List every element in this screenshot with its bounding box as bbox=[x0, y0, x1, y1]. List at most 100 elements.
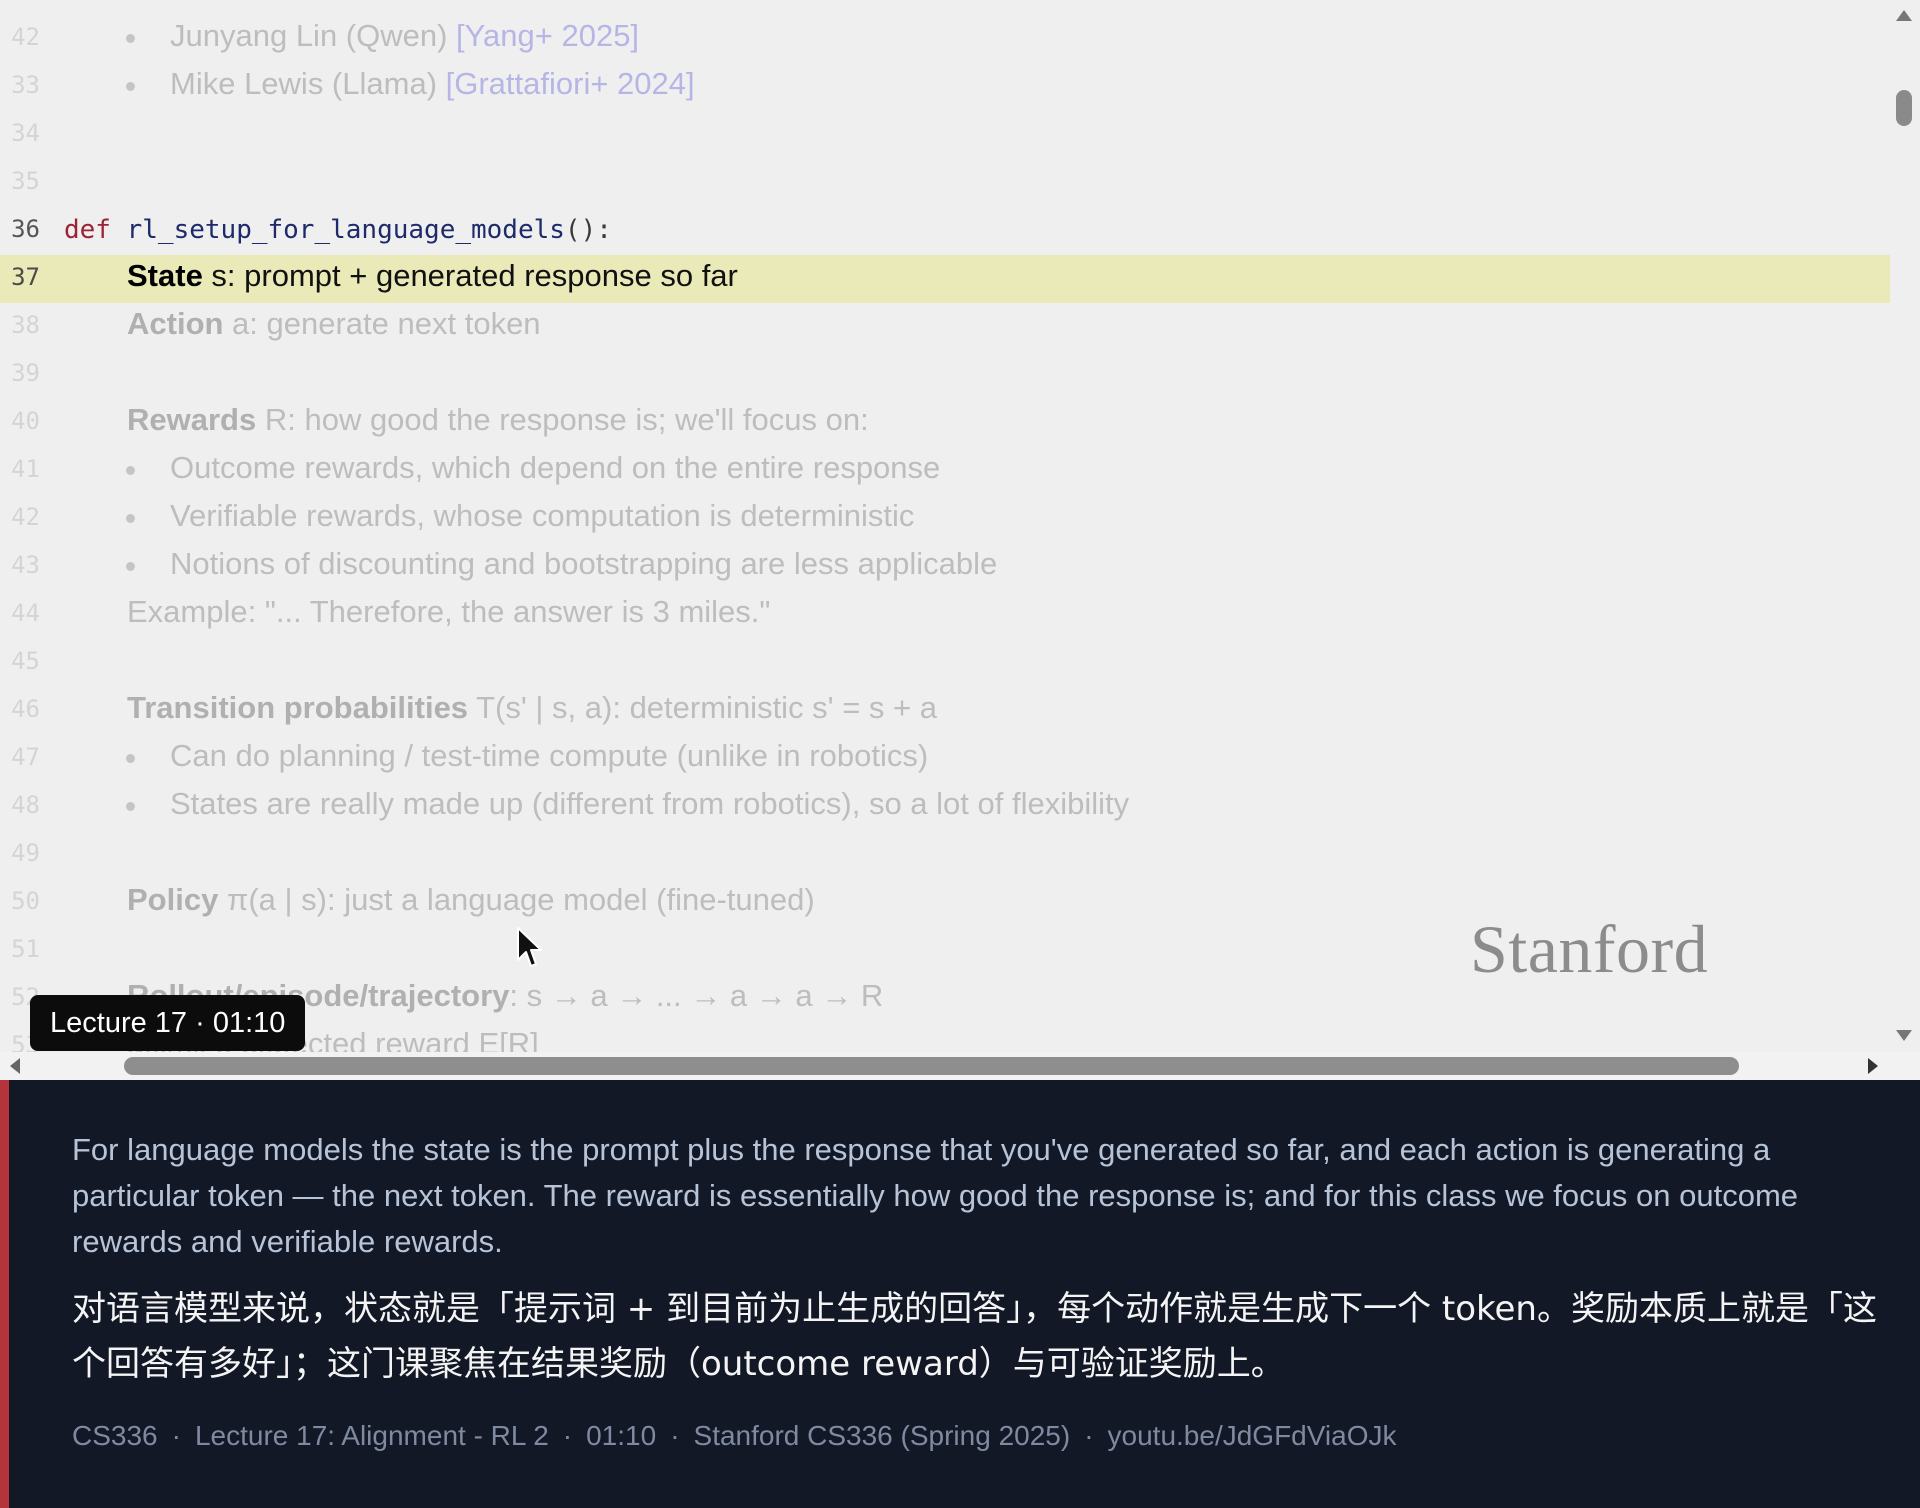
line-text: Junyang Lin (Qwen) bbox=[170, 18, 457, 53]
meta-time: 01:10 bbox=[586, 1420, 657, 1451]
line-number: 36 bbox=[11, 215, 40, 243]
code-line: 36 def rl_setup_for_language_models(): bbox=[0, 207, 1890, 255]
line-text: Mike Lewis (Llama) bbox=[170, 66, 446, 101]
meta-separator: · bbox=[562, 1420, 573, 1451]
scroll-left-arrow-icon[interactable] bbox=[10, 1058, 20, 1074]
code-line: 37 State s: prompt + generated response s… bbox=[0, 255, 1890, 303]
line-number: 40 bbox=[11, 407, 40, 435]
meta-channel: Stanford CS336 (Spring 2025) bbox=[693, 1420, 1071, 1451]
caption-chinese: 对语言模型来说，状态就是「提示词 + 到目前为止生成的回答」，每个动作就是生成下… bbox=[72, 1289, 1877, 1384]
line-content: Outcome rewards, which depend on the ent… bbox=[170, 450, 940, 486]
line-number: 34 bbox=[11, 119, 40, 147]
line-text: Example: "... Therefore, the answer is 3… bbox=[127, 594, 771, 629]
line-number: 44 bbox=[11, 599, 40, 627]
line-text: Notions of discounting and bootstrapping… bbox=[170, 546, 998, 581]
meta-separator: · bbox=[1084, 1420, 1094, 1451]
line-text: : s → a → ... → a → a → R bbox=[509, 978, 884, 1013]
line-number: 42 bbox=[11, 23, 40, 51]
line-number: 46 bbox=[11, 695, 40, 723]
term-label: State bbox=[127, 258, 203, 293]
line-content: Mike Lewis (Llama) [Grattafiori+ 2024] bbox=[170, 66, 695, 102]
function-parens: (): bbox=[564, 215, 612, 245]
meta-lecture: Lecture 17: Alignment - RL 2 bbox=[194, 1420, 549, 1451]
line-number: 35 bbox=[11, 167, 40, 195]
code-line: 45 bbox=[0, 639, 1890, 687]
code-line: 44 Example: "... Therefore, the answer is… bbox=[0, 591, 1890, 639]
line-text: States are really made up (different fro… bbox=[170, 786, 1130, 821]
lecture-timestamp-badge: Lecture 17 · 01:10 bbox=[30, 995, 306, 1051]
line-text: R: how good the response is; we'll focus… bbox=[256, 402, 869, 437]
line-text: T(s' | s, a): deterministic s' = s + a bbox=[468, 690, 937, 725]
line-number: 33 bbox=[11, 71, 40, 99]
scroll-up-arrow-icon[interactable] bbox=[1896, 10, 1912, 21]
code-line: 48 States are really made up (different f… bbox=[0, 783, 1890, 831]
bullet-icon bbox=[126, 562, 135, 571]
line-number: 42 bbox=[11, 503, 40, 531]
line-content: Policy π(a | s): just a language model (… bbox=[127, 882, 815, 918]
code-line: 40 Rewards R: how good the response is; w… bbox=[0, 399, 1890, 447]
line-number: 37 bbox=[11, 263, 40, 291]
horizontal-scrollbar-thumb[interactable] bbox=[124, 1057, 1739, 1075]
line-content: Transition probabilities T(s' | s, a): d… bbox=[127, 690, 937, 726]
stanford-watermark: Stanford bbox=[1470, 911, 1709, 987]
line-number: 41 bbox=[11, 455, 40, 483]
code-line: 39 bbox=[0, 351, 1890, 399]
term-label: Action bbox=[127, 306, 224, 341]
line-text: Verifiable rewards, whose computation is… bbox=[170, 498, 915, 533]
term-label: Policy bbox=[127, 882, 219, 917]
line-content: Action a: generate next token bbox=[127, 306, 541, 342]
scroll-down-arrow-icon[interactable] bbox=[1896, 1030, 1912, 1041]
bullet-icon bbox=[126, 514, 135, 523]
code-line: 35 bbox=[0, 159, 1890, 207]
term-label: Rewards bbox=[127, 402, 257, 437]
line-text: Outcome rewards, which depend on the ent… bbox=[170, 450, 941, 485]
line-content: def rl_setup_for_language_models(): bbox=[64, 215, 612, 245]
code-line: 46 Transition probabilities T(s' | s, a):… bbox=[0, 687, 1890, 735]
code-line: 34 bbox=[0, 111, 1890, 159]
line-number: 45 bbox=[11, 647, 40, 675]
meta-separator: · bbox=[171, 1420, 181, 1451]
vertical-scrollbar-thumb[interactable] bbox=[1896, 90, 1912, 126]
code-line: 38 Action a: generate next token bbox=[0, 303, 1890, 351]
line-content: Rewards R: how good the response is; we'… bbox=[127, 402, 869, 438]
function-name: rl_setup_for_language_models bbox=[126, 215, 565, 245]
line-content: Verifiable rewards, whose computation is… bbox=[170, 498, 914, 534]
code-line: 42 Junyang Lin (Qwen) [Yang+ 2025] bbox=[0, 15, 1890, 63]
keyword-def: def bbox=[64, 215, 111, 245]
subtitle-panel: For language models the state is the pro… bbox=[0, 1080, 1920, 1508]
code-line: 33 Mike Lewis (Llama) [Grattafiori+ 2024] bbox=[0, 63, 1890, 111]
cursor-arrow-icon bbox=[517, 927, 542, 967]
line-number: 49 bbox=[11, 839, 40, 867]
bullet-icon bbox=[126, 754, 135, 763]
line-number: 50 bbox=[11, 887, 40, 915]
meta-url[interactable]: youtu.be/JdGFdViaOJk bbox=[1108, 1420, 1397, 1451]
code-line: 43 Notions of discounting and bootstrappi… bbox=[0, 543, 1890, 591]
caption-english: For language models the state is the pro… bbox=[72, 1132, 1799, 1259]
line-number: 51 bbox=[11, 935, 40, 963]
code-line: 47 Can do planning / test-time compute (u… bbox=[0, 735, 1890, 783]
line-content: Notions of discounting and bootstrapping… bbox=[170, 546, 997, 582]
line-number: 48 bbox=[11, 791, 40, 819]
line-content: Example: "... Therefore, the answer is 3… bbox=[127, 594, 770, 630]
term-label: Transition probabilities bbox=[127, 690, 469, 725]
bullet-icon bbox=[126, 466, 135, 475]
line-number: 39 bbox=[11, 359, 40, 387]
line-text: s: prompt + generated response so far bbox=[202, 258, 738, 293]
line-content: Can do planning / test-time compute (unl… bbox=[170, 738, 928, 774]
line-content: Junyang Lin (Qwen) [Yang+ 2025] bbox=[170, 18, 639, 54]
bullet-icon bbox=[126, 34, 135, 43]
code-viewer[interactable]: 42 Junyang Lin (Qwen) [Yang+ 2025] 33 Mike … bbox=[0, 0, 1920, 1080]
meta-course: CS336 bbox=[72, 1420, 158, 1451]
scroll-right-arrow-icon[interactable] bbox=[1868, 1058, 1878, 1074]
accent-bar bbox=[0, 1080, 9, 1508]
line-number: 47 bbox=[11, 743, 40, 771]
code-line: 49 bbox=[0, 831, 1890, 879]
citation-link[interactable]: [Grattafiori+ 2024] bbox=[446, 66, 695, 101]
code-line: 42 Verifiable rewards, whose computation … bbox=[0, 495, 1890, 543]
line-content: States are really made up (different fro… bbox=[170, 786, 1129, 822]
meta-separator: · bbox=[670, 1420, 680, 1451]
bullet-icon bbox=[126, 802, 135, 811]
video-meta-line: CS336 · Lecture 17: Alignment - RL 2 · 01:10… bbox=[72, 1420, 1397, 1452]
line-content: State s: prompt + generated response so … bbox=[127, 258, 738, 294]
citation-link[interactable]: [Yang+ 2025] bbox=[456, 18, 639, 53]
